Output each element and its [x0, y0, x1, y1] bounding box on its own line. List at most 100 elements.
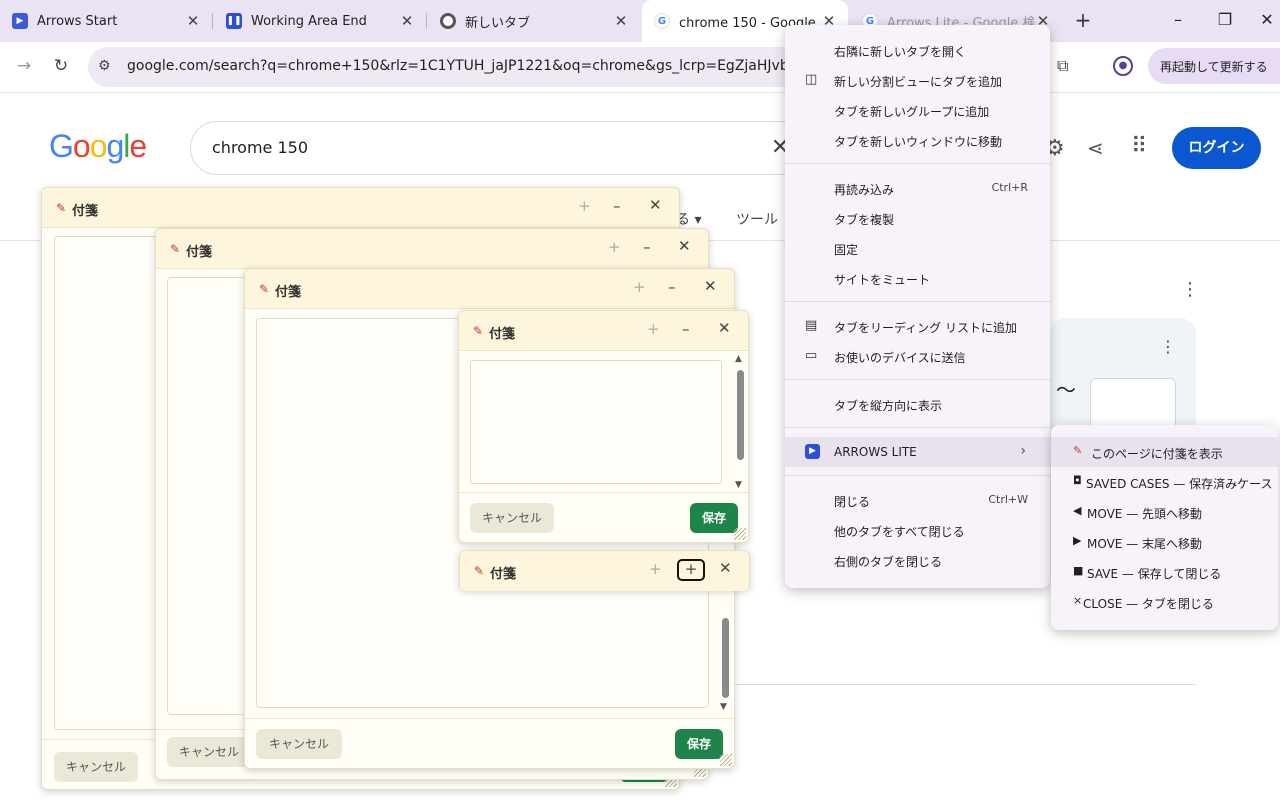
sticky-note-collapsed[interactable]: ✎ 付箋 + + ✕: [459, 550, 750, 591]
arrows-start-favicon-icon: ▶: [12, 13, 28, 29]
note-minimize-icon[interactable]: –: [613, 197, 621, 215]
note-add-icon[interactable]: +: [649, 560, 662, 578]
menu-item-vertical-tabs[interactable]: タブを縦方向に表示: [785, 389, 1050, 419]
note-expand-icon[interactable]: +: [677, 559, 705, 581]
note-close-icon[interactable]: ✕: [678, 237, 691, 255]
pause-favicon-icon: ❚❚: [226, 13, 242, 29]
tab-divider: [212, 13, 213, 29]
tab-new-tab[interactable]: 新しいタブ ✕: [428, 0, 640, 42]
scroll-up-arrow-icon[interactable]: ▲: [735, 354, 742, 364]
note-title: 付箋: [489, 327, 516, 342]
note-header[interactable]: ✎ 付箋 + + ✕: [460, 551, 749, 591]
google-logo[interactable]: Google: [49, 128, 147, 165]
resize-grip-icon[interactable]: [734, 528, 746, 540]
note-close-icon[interactable]: ✕: [649, 196, 662, 214]
note-add-icon[interactable]: +: [633, 278, 646, 296]
extensions-puzzle-icon[interactable]: ⧉: [1057, 56, 1068, 76]
note-add-icon[interactable]: +: [608, 238, 621, 256]
menu-item-add-group[interactable]: タブを新しいグループに追加: [785, 95, 1050, 125]
more-options-icon[interactable]: ⋮: [1181, 279, 1199, 300]
cancel-button[interactable]: キャンセル: [470, 503, 554, 533]
menu-item-send-devices[interactable]: ▭ お使いのデバイスに送信: [785, 341, 1050, 371]
submenu-item-move-last[interactable]: ▶ MOVE — 末尾へ移動: [1051, 527, 1278, 557]
window-close-icon[interactable]: ✕: [1252, 10, 1280, 29]
note-minimize-icon[interactable]: –: [643, 238, 651, 256]
save-button[interactable]: 保存: [690, 503, 738, 533]
url-text[interactable]: google.com/search?q=chrome+150&rlz=1C1YT…: [127, 58, 797, 74]
submenu-item-saved-cases[interactable]: ◘ SAVED CASES — 保存済みケース: [1051, 467, 1278, 497]
note-scrollbar[interactable]: ▲ ▼: [734, 354, 746, 494]
tab-close-icon[interactable]: ✕: [184, 12, 202, 30]
tab-title: 新しいタブ: [465, 15, 531, 31]
menu-item-move-window[interactable]: タブを新しいウィンドウに移動: [785, 125, 1050, 155]
tools-tab[interactable]: ツール: [736, 209, 778, 229]
scroll-down-arrow-icon[interactable]: ▼: [735, 480, 742, 490]
profile-avatar-icon[interactable]: ●: [1113, 56, 1133, 76]
new-tab-plus-icon[interactable]: +: [1072, 10, 1094, 32]
menu-item-close[interactable]: 閉じる Ctrl+W: [785, 485, 1050, 515]
note-minimize-icon[interactable]: –: [668, 278, 676, 296]
forward-arrow-icon[interactable]: →: [12, 56, 36, 76]
cancel-button[interactable]: キャンセル: [167, 737, 251, 767]
share-icon[interactable]: ⋖: [1087, 136, 1104, 160]
menu-item-close-right[interactable]: 右側のタブを閉じる: [785, 545, 1050, 575]
resize-grip-icon[interactable]: [720, 754, 732, 766]
submenu-item-move-first[interactable]: ◀ MOVE — 先頭へ移動: [1051, 497, 1278, 527]
login-button[interactable]: ログイン: [1172, 127, 1261, 169]
menu-item-reading-list[interactable]: ▤ タブをリーディング リストに追加: [785, 311, 1050, 341]
menu-item-close-others[interactable]: 他のタブをすべて閉じる: [785, 515, 1050, 545]
sticky-note[interactable]: ✎ 付箋 + – ✕ ▲ ▼ キャンセル 保存: [458, 310, 749, 543]
note-close-icon[interactable]: ✕: [718, 319, 731, 337]
menu-item-new-tab-right[interactable]: 右隣に新しいタブを開く: [785, 35, 1050, 65]
apps-grid-icon[interactable]: ⠿: [1131, 134, 1147, 159]
google-favicon-icon: G: [654, 13, 670, 29]
address-bar[interactable]: ⚙ google.com/search?q=chrome+150&rlz=1C1…: [88, 47, 808, 87]
menu-item-split-view[interactable]: ◫ 新しい分割ビューにタブを追加: [785, 65, 1050, 95]
menu-separator: [785, 379, 1050, 380]
tab-arrows-start[interactable]: ▶ Arrows Start ✕: [0, 0, 212, 42]
save-button[interactable]: 保存: [675, 729, 723, 759]
menu-item-pin[interactable]: 固定: [785, 233, 1050, 263]
submenu-item-save-close[interactable]: ■ SAVE — 保存して閉じる: [1051, 557, 1278, 587]
menu-item-reload[interactable]: 再読み込み Ctrl+R: [785, 173, 1050, 203]
scrollbar-thumb[interactable]: [722, 618, 729, 698]
relaunch-label: 再起動して更新する: [1160, 60, 1268, 74]
tab-working-area-end[interactable]: ❚❚ Working Area End ✕: [214, 0, 426, 42]
memo-icon: ✎: [259, 282, 270, 296]
note-header[interactable]: ✎ 付箋 + – ✕: [459, 311, 748, 351]
note-header[interactable]: ✎ 付箋 + – ✕: [245, 269, 734, 309]
relaunch-update-button[interactable]: 再起動して更新する ⋮: [1148, 48, 1280, 84]
search-input[interactable]: chrome 150: [212, 138, 308, 157]
maximize-icon[interactable]: ❐: [1210, 10, 1240, 29]
menu-item-duplicate[interactable]: タブを複製: [785, 203, 1050, 233]
card-more-options-icon[interactable]: ⋮: [1160, 337, 1176, 356]
saved-cases-icon: ◘: [1073, 474, 1082, 487]
reload-icon[interactable]: ↻: [49, 56, 73, 76]
search-box[interactable]: chrome 150 ✕: [190, 121, 810, 175]
note-header[interactable]: ✎ 付箋 + – ✕: [42, 188, 679, 228]
submenu-item-show-notes[interactable]: ✎ このページに付箋を表示: [1051, 437, 1278, 467]
scrollbar-thumb[interactable]: [737, 370, 744, 460]
note-close-icon[interactable]: ✕: [704, 277, 717, 295]
note-add-icon[interactable]: +: [647, 320, 660, 338]
memo-icon: ✎: [56, 201, 67, 215]
scroll-down-arrow-icon[interactable]: ▼: [720, 702, 727, 712]
tab-context-menu: 右隣に新しいタブを開く ◫ 新しい分割ビューにタブを追加 タブを新しいグループに追…: [785, 25, 1050, 588]
menu-item-mute-site[interactable]: サイトをミュート: [785, 263, 1050, 293]
tab-close-icon[interactable]: ✕: [398, 12, 416, 30]
submenu-item-close-tab[interactable]: × CLOSE — タブを閉じる: [1051, 587, 1278, 617]
note-close-icon[interactable]: ✕: [719, 559, 732, 577]
note-textarea[interactable]: [470, 360, 722, 484]
tab-close-icon[interactable]: ✕: [612, 12, 630, 30]
menu-separator: [785, 301, 1050, 302]
cancel-button[interactable]: キャンセル: [256, 729, 342, 759]
tab-strip: ▶ Arrows Start ✕ ❚❚ Working Area End ✕ 新…: [0, 0, 1280, 42]
result-thumbnail[interactable]: [1090, 378, 1176, 430]
note-add-icon[interactable]: +: [578, 197, 591, 215]
minimize-icon[interactable]: –: [1163, 10, 1193, 29]
menu-item-arrows-lite[interactable]: ▶ ARROWS LITE ›: [785, 437, 1050, 467]
cancel-button[interactable]: キャンセル: [54, 752, 138, 782]
note-header[interactable]: ✎ 付箋 + – ✕: [156, 229, 708, 269]
site-settings-icon[interactable]: ⚙: [98, 58, 111, 74]
note-minimize-icon[interactable]: –: [682, 320, 690, 338]
